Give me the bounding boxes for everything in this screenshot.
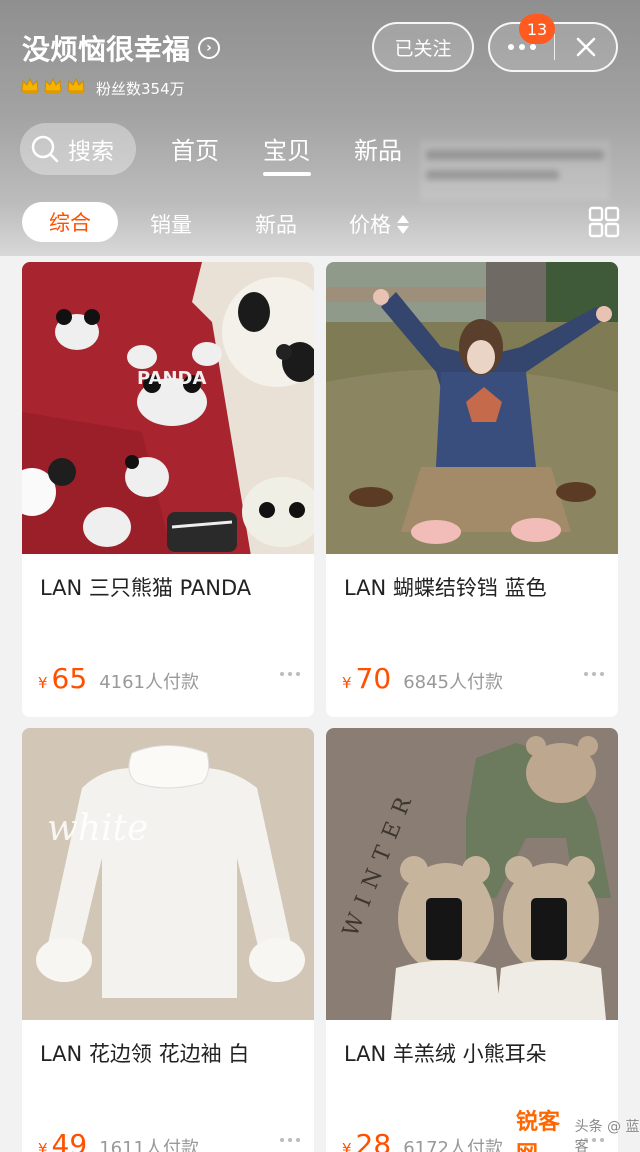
sales-count: 4161人付款 [99, 672, 199, 693]
product-price: 49 [51, 1128, 88, 1152]
currency-symbol: ¥ [342, 674, 352, 692]
price-row: ¥ 49 1611人付款 [38, 1128, 199, 1152]
close-button[interactable] [555, 24, 616, 70]
white-print-text: white [47, 808, 148, 849]
filter-sales[interactable]: 销量 [150, 209, 192, 239]
sort-arrows-icon [397, 214, 409, 234]
product-price: 65 [51, 662, 88, 695]
crown-icon [67, 77, 85, 94]
watermark-brand: 锐客网 [516, 1110, 561, 1152]
shop-rank-crowns [20, 76, 86, 96]
product-title: LAN 三只熊猫 PANDA [40, 576, 252, 600]
product-image-blue-sweater [326, 262, 618, 554]
more-options-icon[interactable] [280, 1138, 300, 1142]
price-row: ¥ 70 6845人付款 [342, 662, 503, 695]
filter-price[interactable]: 价格 [349, 209, 409, 239]
tab-items[interactable]: 宝贝 [263, 131, 311, 176]
sales-count: 6845人付款 [403, 672, 503, 693]
product-title: LAN 花边领 花边袖 白 [40, 1042, 250, 1066]
product-card[interactable]: LAN 蝴蝶结铃铛 蓝色 ¥ 70 6845人付款 [326, 262, 618, 717]
notification-badge: 13 [519, 14, 555, 44]
shop-name[interactable]: 没烦恼很幸福 › [22, 28, 221, 68]
product-image-white-sweater: white [22, 728, 314, 1020]
crown-icon [21, 77, 39, 94]
price-row: ¥ 28 6172人付款 [342, 1128, 503, 1152]
product-card[interactable]: PANDA LAN 三只熊猫 PANDA ¥ 65 4161人付款 [22, 262, 314, 717]
sales-count: 1611人付款 [99, 1138, 199, 1152]
search-button[interactable]: 搜索 [20, 123, 136, 175]
close-icon [576, 37, 595, 57]
filter-price-label: 价格 [349, 213, 391, 237]
more-options-icon[interactable] [584, 672, 604, 676]
product-image-bear-hoodie: WINTER [326, 728, 618, 1020]
currency-symbol: ¥ [342, 1140, 352, 1152]
currency-symbol: ¥ [38, 1140, 48, 1152]
grid-view-icon[interactable] [588, 206, 620, 238]
sales-count: 6172人付款 [403, 1138, 503, 1152]
chevron-right-icon: › [198, 37, 221, 59]
product-card[interactable]: white LAN 花边领 花边袖 白 ¥ 49 1611人付款 [22, 728, 314, 1152]
fans-count: 粉丝数354万 [96, 80, 185, 98]
product-price: 28 [355, 1128, 392, 1152]
shop-name-label: 没烦恼很幸福 [22, 33, 191, 66]
tab-new[interactable]: 新品 [354, 131, 402, 166]
more-options-icon[interactable] [280, 672, 300, 676]
currency-symbol: ¥ [38, 674, 48, 692]
crown-icon [44, 77, 62, 94]
filter-overall[interactable]: 综合 [22, 202, 118, 242]
filter-new[interactable]: 新品 [255, 209, 297, 239]
watermark: 锐客网 头条 @ 蓝客 [516, 1104, 640, 1152]
price-row: ¥ 65 4161人付款 [38, 662, 199, 695]
product-price: 70 [355, 662, 392, 695]
product-card[interactable]: WINTER LAN 羊羔绒 小熊耳朵 ¥ 28 6172人付款 [326, 728, 618, 1152]
watermark-sub: 头条 @ 蓝客 [574, 1119, 640, 1152]
tab-home[interactable]: 首页 [171, 131, 219, 166]
product-image-panda: PANDA [22, 262, 314, 554]
panda-print-text: PANDA [137, 368, 206, 389]
search-icon [31, 135, 59, 163]
product-title: LAN 羊羔绒 小熊耳朵 [344, 1042, 547, 1066]
product-title: LAN 蝴蝶结铃铛 蓝色 [344, 576, 547, 600]
search-label: 搜索 [68, 139, 114, 165]
blurred-banner [420, 140, 610, 200]
follow-button[interactable]: 已关注 [372, 22, 474, 72]
